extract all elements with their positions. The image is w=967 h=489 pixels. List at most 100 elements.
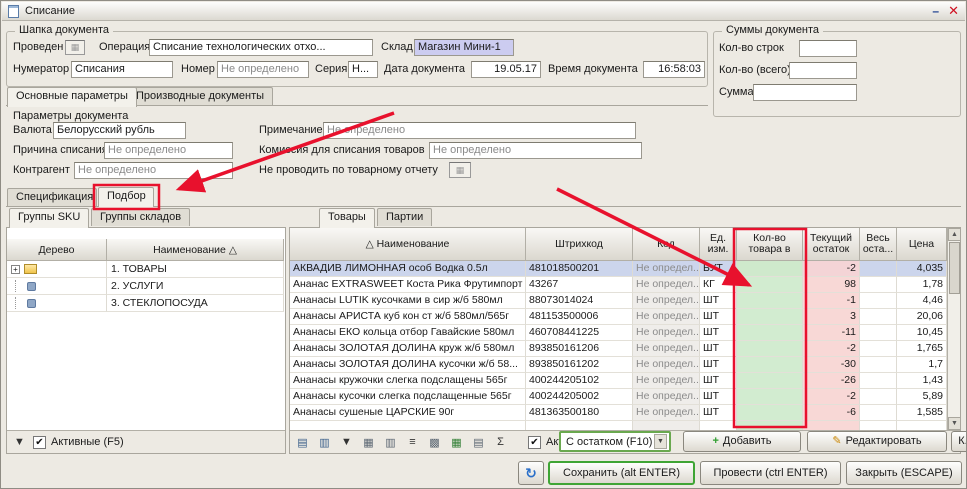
table-row[interactable]: Ананасы кусочки слегка подслащенные 565г… — [290, 389, 947, 405]
qty-input-cell[interactable] — [737, 421, 803, 430]
number-field[interactable]: Не определено — [217, 61, 309, 78]
minimize-icon[interactable]: – — [932, 4, 939, 18]
edit-button[interactable]: ✎Редактировать — [807, 431, 947, 452]
active-f5-checkbox[interactable]: ✔ — [33, 436, 46, 449]
scroll-up-icon[interactable]: ▲ — [948, 228, 961, 241]
numerator-field[interactable]: Списания — [71, 61, 173, 78]
table-row[interactable]: АКВАДИВ ЛИМОННАЯ особ Водка 0.5л 4810185… — [290, 261, 947, 277]
contragent-field[interactable]: Не определено — [74, 162, 233, 179]
tree-row[interactable]: + 1. ТОВАРЫ — [7, 261, 284, 278]
active-checkbox[interactable]: ✔ — [528, 436, 541, 449]
column-header-price[interactable]: Цена — [897, 228, 947, 261]
qty-input-cell[interactable] — [737, 309, 803, 325]
warehouse-field[interactable]: Магазин Мини-1 — [414, 39, 514, 56]
list-icon[interactable]: ≡ — [404, 434, 421, 451]
table-row[interactable]: Ананасы сушеные ЦАРСКИЕ 90г 481363500180… — [290, 405, 947, 421]
columns-icon[interactable]: ▦ — [360, 434, 377, 451]
sum-icon[interactable]: Σ — [492, 434, 509, 451]
table-row[interactable]: Ананасы LUTIK кусочками в сир ж/б 580мл … — [290, 293, 947, 309]
qty-input-cell[interactable] — [737, 293, 803, 309]
table-row[interactable]: Ананасы ЕКО кольца отбор Гавайские 580мл… — [290, 325, 947, 341]
column-header-name[interactable]: Наименование△ — [107, 239, 284, 261]
tree-row[interactable]: 3. СТЕКЛОПОСУДА — [7, 295, 284, 312]
scroll-down-icon[interactable]: ▼ — [948, 417, 961, 430]
goods-table: △ Наименование Штрихкод Код Ед.изм. Кол-… — [290, 228, 947, 430]
table-row[interactable]: Ананас EXTRASWEET Коста Рика Фрутимпорт … — [290, 277, 947, 293]
table-row[interactable]: Ананасы АРИСТА куб кон ст ж/б 580мл/565г… — [290, 309, 947, 325]
tab-warehouse-groups[interactable]: Группы складов — [91, 208, 190, 226]
tab-sku-groups[interactable]: Группы SKU — [9, 208, 89, 228]
tab-derived-documents[interactable]: Производные документы — [127, 87, 273, 105]
tab-batches[interactable]: Партии — [377, 208, 432, 226]
qty-input-cell[interactable] — [737, 341, 803, 357]
window-title: Списание — [25, 5, 75, 17]
numbering-icon[interactable]: ▥ — [382, 434, 399, 451]
titlebar: Списание – ✕ — [2, 2, 965, 21]
print-icon[interactable]: ▤ — [470, 434, 487, 451]
folder-icon — [24, 264, 37, 274]
column-header-code[interactable]: Код — [633, 228, 700, 261]
writeoff-reason-label: Причина списания — [13, 142, 108, 159]
pencil-icon: ✎ — [832, 435, 841, 447]
column-header-qty[interactable]: Кол-вотовара в — [737, 228, 803, 261]
column-header-tree[interactable]: Дерево — [7, 239, 107, 261]
rows-count-field[interactable] — [799, 40, 857, 57]
tab-goods[interactable]: Товары — [319, 208, 375, 228]
close-button[interactable]: Закрыть (ESCAPE) — [846, 461, 962, 485]
table-row[interactable]: Ананасы ЗОЛОТАЯ ДОЛИНА кусочки ж/б 58...… — [290, 357, 947, 373]
post-button[interactable]: Провести (ctrl ENTER) — [700, 461, 841, 485]
column-header-current-balance[interactable]: Текущийостаток — [803, 228, 860, 261]
note-field[interactable]: Не определено — [323, 122, 636, 139]
save-button[interactable]: Сохранить (alt ENTER) — [548, 461, 695, 485]
column-header-total-balance[interactable]: Весьоста... — [860, 228, 897, 261]
filter-icon[interactable]: ▼ — [11, 434, 28, 451]
filter-icon[interactable]: ▼ — [338, 434, 355, 451]
excel-export-icon[interactable]: ▦ — [448, 434, 465, 451]
column-header-unit[interactable]: Ед.изм. — [700, 228, 737, 261]
sum-field[interactable] — [753, 84, 857, 101]
tree-row[interactable]: 2. УСЛУГИ — [7, 278, 284, 295]
series-field[interactable]: Н... — [348, 61, 378, 78]
column-header-goods-name[interactable]: △ Наименование — [290, 228, 526, 261]
qty-input-cell[interactable] — [737, 357, 803, 373]
commission-field[interactable]: Не определено — [429, 142, 642, 159]
add-button[interactable]: +Добавить — [683, 431, 801, 452]
currency-field[interactable]: Белорусский рубль — [53, 122, 186, 139]
sku-table-header: Дерево Наименование△ — [7, 239, 284, 261]
tab-podbor[interactable]: Подбор — [98, 187, 154, 207]
close-icon[interactable]: ✕ — [948, 3, 959, 19]
table-row[interactable] — [290, 421, 947, 430]
goods-table-header: △ Наименование Штрихкод Код Ед.изм. Кол-… — [290, 228, 947, 261]
qty-input-cell[interactable] — [737, 277, 803, 293]
goods-table-scrollbar[interactable]: ▲ ▼ — [947, 228, 960, 430]
qty-input-cell[interactable] — [737, 261, 803, 277]
series-label: Серия — [315, 61, 347, 78]
proveden-checkbox[interactable]: ▦ — [65, 40, 85, 55]
no-goods-report-checkbox[interactable]: ▦ — [449, 162, 471, 178]
writeoff-reason-field[interactable]: Не определено — [104, 142, 233, 159]
operation-field[interactable]: Списание технологических отхо... — [149, 39, 373, 56]
copy-icon[interactable]: ▤ — [294, 434, 311, 451]
qty-input-cell[interactable] — [737, 405, 803, 421]
document-date-field[interactable]: 19.05.17 — [471, 61, 541, 78]
column-header-barcode[interactable]: Штрихкод — [526, 228, 633, 261]
table-row[interactable]: Ананасы ЗОЛОТАЯ ДОЛИНА круж ж/б 580мл 89… — [290, 341, 947, 357]
qty-input-cell[interactable] — [737, 373, 803, 389]
sku-panel-footer: ▼ ✔ Активные (F5) — [7, 430, 285, 453]
paste-icon[interactable]: ▥ — [316, 434, 333, 451]
proveden-label: Проведен — [13, 39, 63, 56]
tab-specification[interactable]: Спецификация — [7, 188, 97, 206]
image-placeholder-icon: ▦ — [456, 165, 465, 176]
qty-input-cell[interactable] — [737, 389, 803, 405]
stock-filter-combo[interactable]: С остатком (F10) ▼ — [559, 431, 671, 452]
tree-expand-icon[interactable]: + — [11, 265, 20, 274]
refresh-button[interactable]: ↻ — [518, 461, 544, 485]
document-time-field[interactable]: 16:58:03 — [643, 61, 705, 78]
scrollbar-thumb[interactable] — [949, 242, 960, 294]
grid-icon[interactable]: ▩ — [426, 434, 443, 451]
total-qty-field[interactable] — [789, 62, 857, 79]
table-row[interactable]: Ананасы кружочки слегка подслащены 565г … — [290, 373, 947, 389]
more-button[interactable]: К... — [951, 431, 967, 452]
tab-main-parameters[interactable]: Основные параметры — [7, 87, 137, 107]
qty-input-cell[interactable] — [737, 325, 803, 341]
